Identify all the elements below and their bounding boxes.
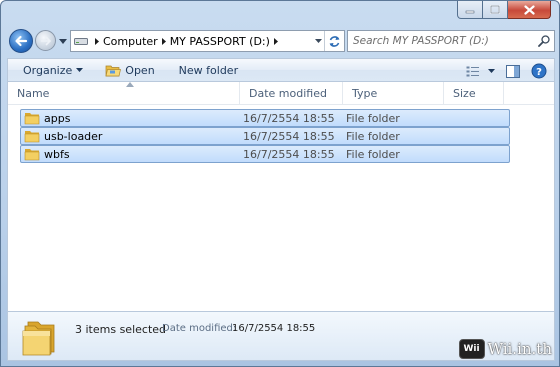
command-bar: Organize Open New folder ? [7,58,555,82]
chevron-down-icon [487,69,495,73]
stacked-folders-icon [22,321,55,356]
open-button[interactable]: Open [98,59,161,81]
help-icon: ? [531,63,547,79]
file-name: usb-loader [44,129,103,143]
breadcrumb-separator-icon[interactable] [270,37,282,45]
column-header-name[interactable]: Name [8,82,240,105]
svg-text:?: ? [536,67,542,78]
column-header-date-label: Date modified [249,87,327,100]
column-header-name-label: Name [17,87,50,100]
minimize-button[interactable] [457,1,483,19]
chevron-down-icon [76,68,84,72]
help-button[interactable]: ? [528,61,550,81]
navigation-bar: Computer MY PASSPORT (D:) [7,27,555,55]
file-name: wbfs [44,147,70,161]
refresh-icon [329,35,340,47]
folder-icon [24,131,40,143]
new-folder-button[interactable]: New folder [172,59,245,81]
back-button[interactable] [9,29,33,53]
back-arrow-icon [15,35,28,47]
folder-icon [24,149,40,161]
close-button[interactable] [508,1,551,19]
drive-icon [71,31,91,51]
minimize-icon [465,10,475,13]
file-type: File folder [346,111,400,125]
breadcrumb-computer[interactable]: Computer [103,35,158,48]
watermark-badge: Wii [458,339,485,359]
file-name-cell: usb-loader [21,129,243,143]
column-header-size-label: Size [453,87,476,100]
file-list-view[interactable]: Name Date modified Type Size apps 16/7/2… [7,82,555,311]
search-box [347,30,555,52]
open-label: Open [125,63,155,77]
table-row[interactable]: wbfs 16/7/2554 18:55 File folder [20,145,510,163]
file-name-cell: apps [21,111,243,125]
search-icon[interactable] [534,35,554,47]
organize-label: Organize [23,63,73,77]
file-rows: apps 16/7/2554 18:55 File folder usb-loa… [20,109,510,163]
folder-open-icon [105,65,122,76]
maximize-button[interactable] [483,1,508,19]
address-bar[interactable]: Computer MY PASSPORT (D:) [70,30,345,52]
preview-pane-icon [506,64,520,78]
breadcrumb-separator-icon[interactable] [91,37,103,45]
forward-arrow-icon [40,36,51,45]
file-type: File folder [346,129,400,143]
file-date: 16/7/2554 18:55 [243,111,335,125]
folder-icon [24,113,40,125]
selection-count: 3 items selected [75,323,167,336]
preview-pane-button[interactable] [502,61,524,81]
close-icon [523,4,535,15]
table-row[interactable]: apps 16/7/2554 18:55 File folder [20,109,510,127]
column-header-size[interactable]: Size [444,82,504,105]
details-pane: 3 items selected Date modified: 16/7/255… [7,311,555,361]
chevron-down-icon [58,38,67,44]
table-row[interactable]: usb-loader 16/7/2554 18:55 File folder [20,127,510,145]
search-input[interactable] [348,32,534,50]
date-modified-label: Date modified: [162,323,237,334]
breadcrumb-separator-icon[interactable] [158,37,170,45]
watermark-text: Wii.in.th [487,340,552,358]
caption-buttons [457,1,551,19]
column-header-type-label: Type [352,87,378,100]
date-modified-value: 16/7/2554 18:55 [232,323,316,334]
watermark: Wii Wii.in.th [458,339,552,359]
column-header-type[interactable]: Type [343,82,444,105]
chevron-down-icon [314,39,322,43]
file-name: apps [44,111,71,125]
column-headers: Name Date modified Type Size [8,82,554,105]
file-type: File folder [346,147,400,161]
change-view-button[interactable] [462,61,484,81]
view-controls: ? [462,60,550,82]
explorer-window: Computer MY PASSPORT (D:) Search MY PASS… [0,0,560,367]
file-date: 16/7/2554 18:55 [243,147,335,161]
refresh-button[interactable] [324,31,344,51]
organize-button[interactable]: Organize [16,59,90,81]
file-name-cell: wbfs [21,147,243,161]
forward-button[interactable] [35,30,56,51]
file-date: 16/7/2554 18:55 [243,129,335,143]
breadcrumb-drive[interactable]: MY PASSPORT (D:) [170,35,270,48]
view-options-button[interactable] [484,61,498,81]
recent-pages-button[interactable] [58,37,67,45]
view-details-icon [466,66,479,76]
new-folder-label: New folder [178,63,239,77]
column-header-date-modified[interactable]: Date modified [240,82,343,105]
maximize-icon [490,5,500,14]
sort-ascending-icon [126,82,134,87]
